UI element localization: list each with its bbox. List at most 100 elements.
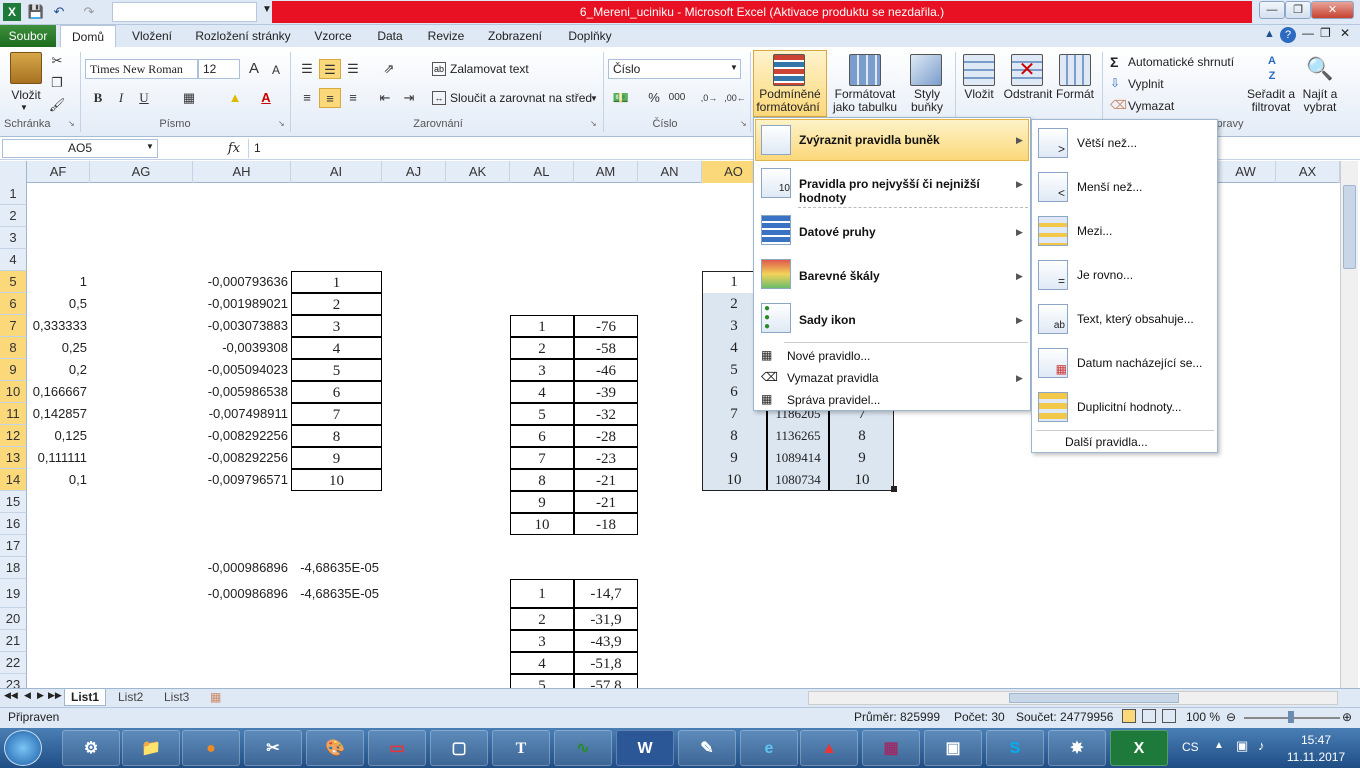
cell-al[interactable]: 8 xyxy=(510,469,574,491)
dialog-launcher-icon[interactable]: ↘ xyxy=(590,119,597,128)
horizontal-scrollbar[interactable] xyxy=(808,691,1338,705)
column-header-ag[interactable]: AG xyxy=(90,161,193,183)
window-close-icon[interactable]: ✕ xyxy=(1340,26,1350,40)
format-as-table-button-2[interactable]: jako tabulku xyxy=(828,101,902,114)
cell-al[interactable]: 6 xyxy=(510,425,574,447)
cell-am[interactable]: -21 xyxy=(574,469,638,491)
align-right-icon[interactable]: ≡ xyxy=(342,88,364,108)
row-header[interactable]: 10 xyxy=(0,381,27,403)
cell-am[interactable]: -18 xyxy=(574,513,638,535)
menu-item-clear-rules[interactable]: Vymazat pravidla xyxy=(787,371,879,385)
row-header[interactable]: 11 xyxy=(0,403,27,425)
cell-al[interactable]: 2 xyxy=(510,337,574,359)
taskbar-ie-icon[interactable]: e xyxy=(740,730,798,766)
taskbar-explorer-icon[interactable]: 📁 xyxy=(122,730,180,766)
cell-aq[interactable]: 10 xyxy=(830,469,894,491)
column-header-al[interactable]: AL xyxy=(510,161,574,183)
redo-icon[interactable]: ↷ xyxy=(80,3,98,21)
taskbar-tex-icon[interactable]: T xyxy=(492,730,550,766)
taskbar-plot-icon[interactable]: ∿ xyxy=(554,730,612,766)
column-header-af[interactable]: AF xyxy=(27,161,90,183)
delete-cells-button[interactable]: Odstranit xyxy=(1000,88,1056,101)
input-language[interactable]: CS xyxy=(1182,740,1199,754)
name-box[interactable]: AO5 xyxy=(2,139,158,158)
fill-handle[interactable] xyxy=(891,486,897,492)
menu-item-duplicate-values[interactable]: Duplicitní hodnoty... xyxy=(1077,400,1182,414)
row-header[interactable]: 22 xyxy=(0,652,27,674)
cell-af[interactable]: 0,111111 xyxy=(27,447,90,469)
cell-ai[interactable]: -4,68635E-05 xyxy=(291,579,382,608)
align-bottom-icon[interactable]: ☰ xyxy=(342,59,364,79)
row-header[interactable]: 5 xyxy=(0,271,27,293)
cell-ah[interactable]: -0,003073883 xyxy=(193,315,291,337)
menu-item-color-scales[interactable]: Barevné škály xyxy=(799,269,880,283)
cell-al[interactable]: 3 xyxy=(510,630,574,652)
accounting-format-icon[interactable]: 💵 xyxy=(610,88,632,108)
tab-addins[interactable]: Doplňky xyxy=(558,25,622,47)
menu-item-icon-sets[interactable]: Sady ikon xyxy=(799,313,856,327)
cell-ai[interactable]: 4 xyxy=(291,337,382,359)
clear-icon[interactable]: ⌫ xyxy=(1110,98,1127,112)
row-header[interactable]: 15 xyxy=(0,491,27,513)
zoom-slider-thumb[interactable] xyxy=(1288,711,1294,723)
cell-ai[interactable]: 6 xyxy=(291,381,382,403)
tab-view[interactable]: Zobrazení xyxy=(480,25,550,47)
cell-am[interactable]: -14,7 xyxy=(574,579,638,608)
taskbar-window-icon[interactable]: ▢ xyxy=(430,730,488,766)
tab-insert[interactable]: Vložení xyxy=(122,25,182,47)
align-top-icon[interactable]: ☰ xyxy=(296,59,318,79)
menu-item-new-rule[interactable]: Nové pravidlo... xyxy=(787,349,870,363)
orientation-icon[interactable]: ⇗ xyxy=(378,59,400,79)
cell-ai[interactable]: 10 xyxy=(291,469,382,491)
sort-filter-button-2[interactable]: filtrovat xyxy=(1240,101,1302,114)
cell-ah[interactable]: -0,000986896 xyxy=(193,557,291,579)
tab-home[interactable]: Domů xyxy=(60,25,116,47)
cell-am[interactable]: -39 xyxy=(574,381,638,403)
taskbar-skype-icon[interactable]: S xyxy=(986,730,1044,766)
row-header[interactable]: 17 xyxy=(0,535,27,557)
taskbar-pdf-icon[interactable]: ▲ xyxy=(800,730,858,766)
cell-ai[interactable]: 2 xyxy=(291,293,382,315)
dialog-launcher-icon[interactable]: ↘ xyxy=(740,119,747,128)
merge-dropdown-icon[interactable]: ▼ xyxy=(590,94,598,103)
menu-item-data-bars[interactable]: Datové pruhy xyxy=(799,225,876,239)
paste-button[interactable]: Vložit xyxy=(4,89,48,102)
cell-af[interactable]: 1 xyxy=(27,271,90,293)
menu-item-manage-rules[interactable]: Správa pravidel... xyxy=(787,393,880,407)
quick-access-box[interactable] xyxy=(112,2,257,22)
menu-item-less-than[interactable]: Menší než... xyxy=(1077,180,1142,194)
font-color-icon[interactable]: A xyxy=(255,88,277,108)
cell-af[interactable]: 0,333333 xyxy=(27,315,90,337)
cell-am[interactable]: -23 xyxy=(574,447,638,469)
cell-al[interactable]: 7 xyxy=(510,447,574,469)
taskbar-tools-icon[interactable]: ✂ xyxy=(244,730,302,766)
cell-am[interactable]: -43,9 xyxy=(574,630,638,652)
minimize-button[interactable]: — xyxy=(1259,1,1285,19)
font-name-select[interactable]: Times New Roman xyxy=(85,59,198,79)
cell-ap[interactable]: 1080734 xyxy=(766,469,830,491)
menu-item-more-rules[interactable]: Další pravidla... xyxy=(1065,435,1148,449)
row-header[interactable]: 3 xyxy=(0,227,27,249)
cut-icon[interactable]: ✂ xyxy=(46,51,68,71)
increase-indent-icon[interactable]: ⇥ xyxy=(398,88,420,108)
tab-page-layout[interactable]: Rozložení stránky xyxy=(188,25,298,47)
undo-icon[interactable]: ↶ xyxy=(50,3,68,21)
paste-dropdown-icon[interactable]: ▼ xyxy=(20,103,28,112)
merge-center-icon[interactable]: ↔ xyxy=(432,91,446,105)
column-header-am[interactable]: AM xyxy=(574,161,638,183)
copy-icon[interactable]: ❐ xyxy=(46,73,68,93)
tab-file[interactable]: Soubor xyxy=(0,25,56,47)
row-header[interactable]: 16 xyxy=(0,513,27,535)
window-minimize-icon[interactable]: — xyxy=(1302,26,1314,40)
cell-al[interactable]: 1 xyxy=(510,315,574,337)
dialog-launcher-icon[interactable]: ↘ xyxy=(278,119,285,128)
align-left-icon[interactable]: ≡ xyxy=(296,88,318,108)
scroll-thumb[interactable] xyxy=(1343,185,1356,269)
clock-date[interactable]: 11.11.2017 xyxy=(1284,750,1348,764)
column-header-an[interactable]: AN xyxy=(638,161,702,183)
normal-view-icon[interactable] xyxy=(1122,709,1136,723)
bold-button[interactable]: B xyxy=(87,88,109,108)
fill-button[interactable]: Vyplnit xyxy=(1128,77,1164,91)
cell-af[interactable]: 0,142857 xyxy=(27,403,90,425)
format-cells-button[interactable]: Formát xyxy=(1052,88,1098,101)
